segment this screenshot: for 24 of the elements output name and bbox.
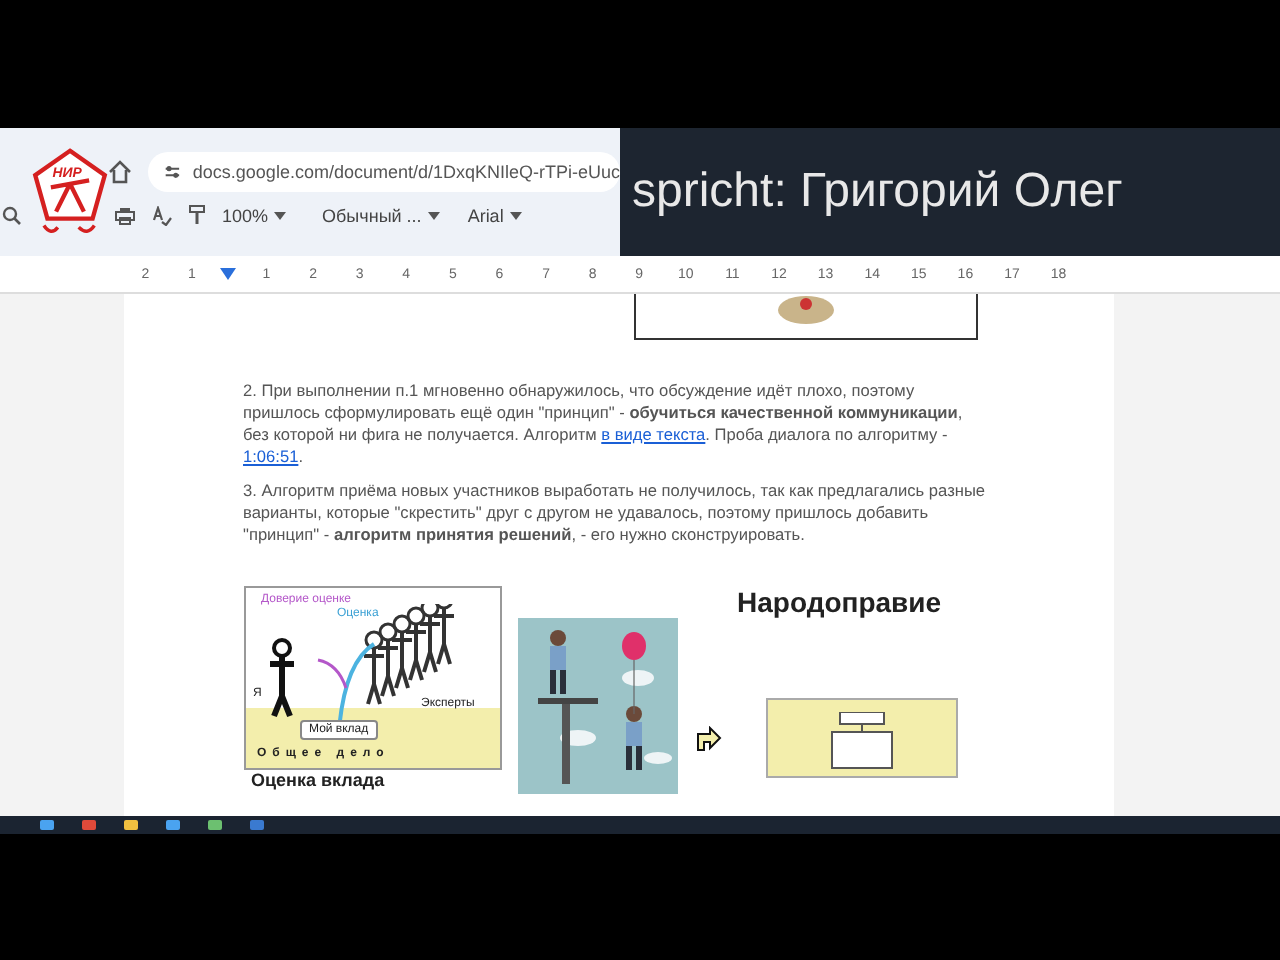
tune-icon bbox=[164, 162, 181, 182]
paragraph: 2. При выполнении п.1 мгновенно обнаружилось, что обсуждение идёт плохо, поэтому пришлось сформулировать ещё один "принцип" - обучиться качественной коммуникации, без которой ни фига не получается. Алгоритм в виде текста. Проба диалога по алгоритму - 1:06:51. bbox=[243, 380, 965, 468]
indent-marker-icon[interactable] bbox=[219, 268, 236, 280]
style-dropdown[interactable]: Обычный ... bbox=[322, 205, 440, 225]
address-bar[interactable]: docs.google.com/document/d/1DxqKNIleQ-rTPi-eUuc bbox=[148, 152, 620, 192]
paragraph: 3. Алгоритм приёма новых участников выработать не получилось, так как предлагались разные варианты, которые "скрестить" друг с другом не удавалось, поэтому пришлось добавить "принцип" - алгоритм принятия решений, - его нужно сконструировать. bbox=[243, 480, 988, 546]
caret-icon bbox=[427, 211, 440, 219]
flowchart-drawing bbox=[827, 712, 895, 772]
zoom-dropdown[interactable]: 100% bbox=[222, 205, 287, 225]
spellcheck-icon[interactable] bbox=[152, 205, 172, 225]
url-text: docs.google.com/document/d/1DxqKNIleQ-rTPi-eUuc bbox=[192, 162, 620, 182]
heading: Народоправие bbox=[737, 586, 944, 618]
paint-format-icon[interactable] bbox=[188, 204, 206, 226]
link[interactable]: в виде текста bbox=[601, 424, 706, 444]
print-icon[interactable] bbox=[114, 205, 136, 225]
home-icon[interactable] bbox=[108, 160, 132, 184]
subtitle-caption: spricht: Григорий Олег bbox=[620, 128, 1280, 256]
search-icon[interactable] bbox=[2, 205, 22, 225]
curved-arrow-icon bbox=[693, 726, 721, 754]
caret-icon bbox=[509, 211, 522, 219]
font-dropdown[interactable]: Arial bbox=[467, 205, 522, 225]
figure-caption: Оценка вклада bbox=[249, 770, 387, 790]
caret-icon bbox=[274, 211, 287, 219]
link[interactable]: 1:06:51 bbox=[243, 446, 299, 466]
